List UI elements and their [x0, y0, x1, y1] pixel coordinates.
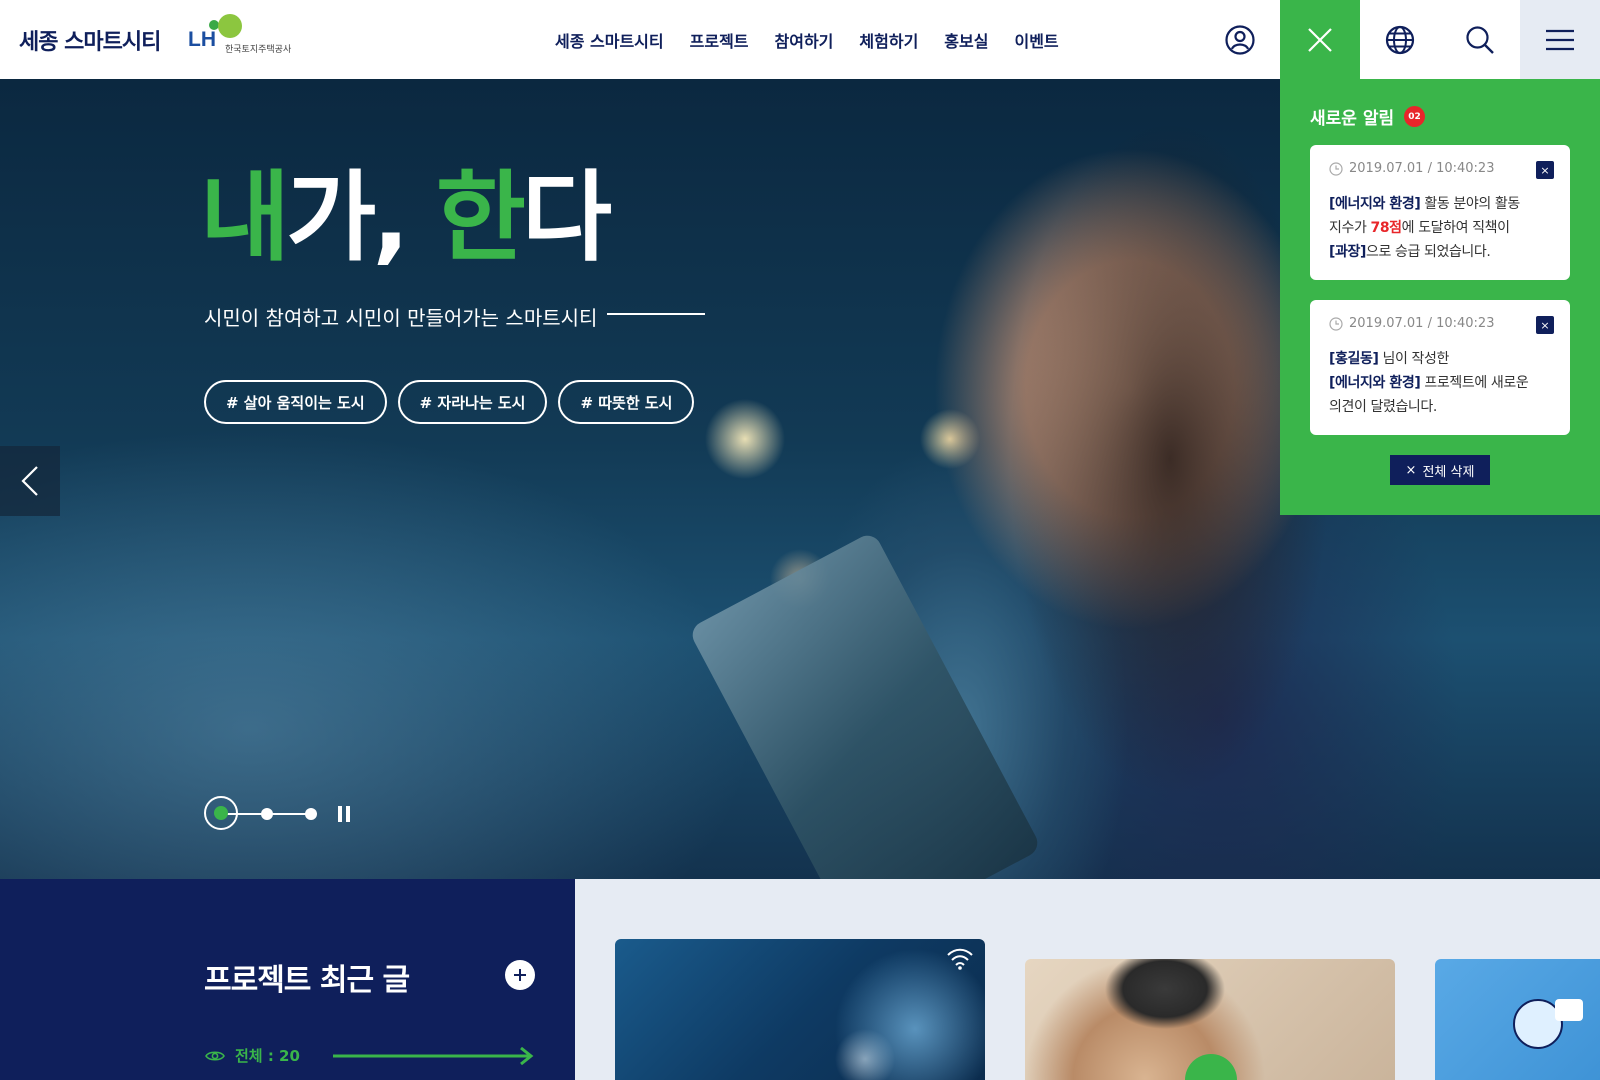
- globe-icon: [1385, 25, 1415, 54]
- message-text: 지수가: [1329, 220, 1371, 236]
- message-text: 에 도달하여 직책이: [1401, 220, 1510, 236]
- project-thumbnail-autonomous-car[interactable]: [615, 939, 985, 1080]
- arrow-right-icon[interactable]: [333, 1047, 535, 1065]
- notification-time-text: 2019.07.01 / 10:40:23: [1349, 161, 1495, 176]
- notification-panel: 새로운 알림 02 2019.07.01 / 10:40:23 × [에너지와 …: [1280, 79, 1600, 515]
- notification-message: [홍길동] 님이 작성한 [에너지와 환경] 프로젝트에 새로운 의견이 달렸습…: [1329, 347, 1561, 419]
- search-button[interactable]: [1440, 0, 1520, 79]
- site-header: 세종 스마트시티 LH 한국토지주택공사 세종 스마트시티 프로젝트 참여하기 …: [0, 0, 1600, 79]
- notification-card[interactable]: 2019.07.01 / 10:40:23 × [홍길동] 님이 작성한 [에너…: [1310, 300, 1570, 435]
- hero-tag-warm-city[interactable]: # 따뜻한 도시: [558, 380, 695, 424]
- clock-icon: [1329, 161, 1343, 176]
- main-nav: 세종 스마트시티 프로젝트 참여하기 체험하기 홍보실 이벤트: [555, 28, 1059, 52]
- wifi-icon: [947, 948, 973, 970]
- nav-item-pr[interactable]: 홍보실: [944, 28, 988, 52]
- hero-title-part-2: 가,: [286, 161, 436, 275]
- search-icon: [1466, 25, 1494, 54]
- hero-subtitle: 시민이 참여하고 시민이 만들어가는 스마트시티: [204, 306, 598, 330]
- message-highlight: [에너지와 환경]: [1329, 196, 1421, 212]
- message-highlight: [홍길동]: [1329, 351, 1379, 367]
- hero-prev-button[interactable]: [0, 446, 60, 516]
- hero-pager-dot-1[interactable]: [204, 796, 238, 830]
- notification-count-badge: 02: [1404, 106, 1425, 127]
- user-icon: [1225, 24, 1255, 55]
- hero-pager-dot-2[interactable]: [261, 808, 273, 820]
- message-text: 프로젝트에 새로운: [1420, 375, 1529, 391]
- recent-posts-count: 전체 : 20: [205, 1045, 300, 1066]
- notice-close-button[interactable]: [1280, 0, 1360, 79]
- message-text: 님이 작성한: [1378, 351, 1449, 367]
- project-thumbnail-vr[interactable]: [1025, 959, 1395, 1080]
- nav-item-sejong-smartcity[interactable]: 세종 스마트시티: [555, 28, 664, 52]
- chat-bubble-icon: [1555, 999, 1583, 1021]
- recent-posts-more-button[interactable]: [505, 960, 535, 990]
- play-icon[interactable]: [1185, 1054, 1237, 1080]
- menu-button[interactable]: [1520, 0, 1600, 79]
- hero-title-part-3: 한: [435, 161, 526, 275]
- notification-time: 2019.07.01 / 10:40:23: [1329, 161, 1494, 176]
- recent-posts-title: 프로젝트 최근 글: [204, 963, 410, 998]
- recent-posts-panel: 프로젝트 최근 글 전체 : 20: [0, 879, 575, 1080]
- clear-all-label: 전체 삭제: [1422, 464, 1475, 480]
- nav-item-project[interactable]: 프로젝트: [690, 28, 749, 52]
- hero-title-part-1: 내: [200, 161, 290, 275]
- hero-tag-living-city[interactable]: # 살아 움직이는 도시: [204, 380, 387, 424]
- message-score: 78점: [1370, 220, 1403, 236]
- lh-logo[interactable]: LH 한국토지주택공사: [188, 14, 292, 58]
- hero-title-part-4: 다: [521, 161, 612, 275]
- hero-tag-growing-city[interactable]: # 자라나는 도시: [397, 380, 548, 424]
- close-icon: [1308, 27, 1332, 52]
- hero-title: 내가, 한다: [200, 169, 612, 267]
- nav-item-experience[interactable]: 체험하기: [859, 28, 918, 52]
- hero-subtitle-divider: [607, 313, 705, 315]
- pause-icon[interactable]: [337, 806, 351, 822]
- message-text: 활동 분야의 활동: [1420, 196, 1520, 212]
- clock-icon: [1329, 316, 1343, 331]
- user-button[interactable]: [1200, 0, 1280, 79]
- nav-item-event[interactable]: 이벤트: [1014, 28, 1058, 52]
- language-button[interactable]: [1360, 0, 1440, 79]
- notification-close-button[interactable]: ×: [1536, 316, 1554, 334]
- eye-icon: [205, 1050, 225, 1061]
- chevron-left-icon: [21, 466, 38, 496]
- message-text: 의견이 달렸습니다.: [1329, 399, 1437, 415]
- project-thumbnail-illustration[interactable]: [1435, 959, 1600, 1080]
- message-highlight: [과장]: [1329, 244, 1366, 260]
- notification-close-button[interactable]: ×: [1536, 161, 1554, 179]
- notification-card[interactable]: 2019.07.01 / 10:40:23 × [에너지와 환경] 활동 분야의…: [1310, 145, 1570, 280]
- hero-tag-list: # 살아 움직이는 도시 # 자라나는 도시 # 따뜻한 도시: [204, 380, 695, 424]
- lh-logo-dot-big: [218, 14, 242, 38]
- clear-all-button[interactable]: × 전체 삭제: [1390, 455, 1490, 485]
- nav-item-participate[interactable]: 참여하기: [775, 28, 834, 52]
- message-highlight: [에너지와 환경]: [1329, 375, 1421, 391]
- notification-time-text: 2019.07.01 / 10:40:23: [1349, 316, 1495, 331]
- lh-logo-subtitle: 한국토지주택공사: [225, 45, 292, 55]
- notification-time: 2019.07.01 / 10:40:23: [1329, 316, 1494, 331]
- notification-message: [에너지와 환경] 활동 분야의 활동 지수가 78점에 도달하여 직책이 [과…: [1329, 192, 1561, 264]
- site-logo[interactable]: 세종 스마트시티: [19, 24, 161, 56]
- hero-pager: [204, 796, 374, 832]
- hero-pager-dot-3[interactable]: [305, 808, 317, 820]
- recent-posts-count-label: 전체 : 20: [235, 1047, 300, 1065]
- close-icon: ×: [1405, 462, 1417, 478]
- lh-logo-letters: LH: [188, 28, 216, 51]
- project-thumbnail-list: [575, 879, 1600, 1080]
- notification-title: 새로운 알림: [1310, 109, 1395, 129]
- plus-icon: [514, 969, 526, 981]
- message-text: 으로 승급 되었습니다.: [1365, 244, 1491, 260]
- menu-icon: [1546, 29, 1574, 50]
